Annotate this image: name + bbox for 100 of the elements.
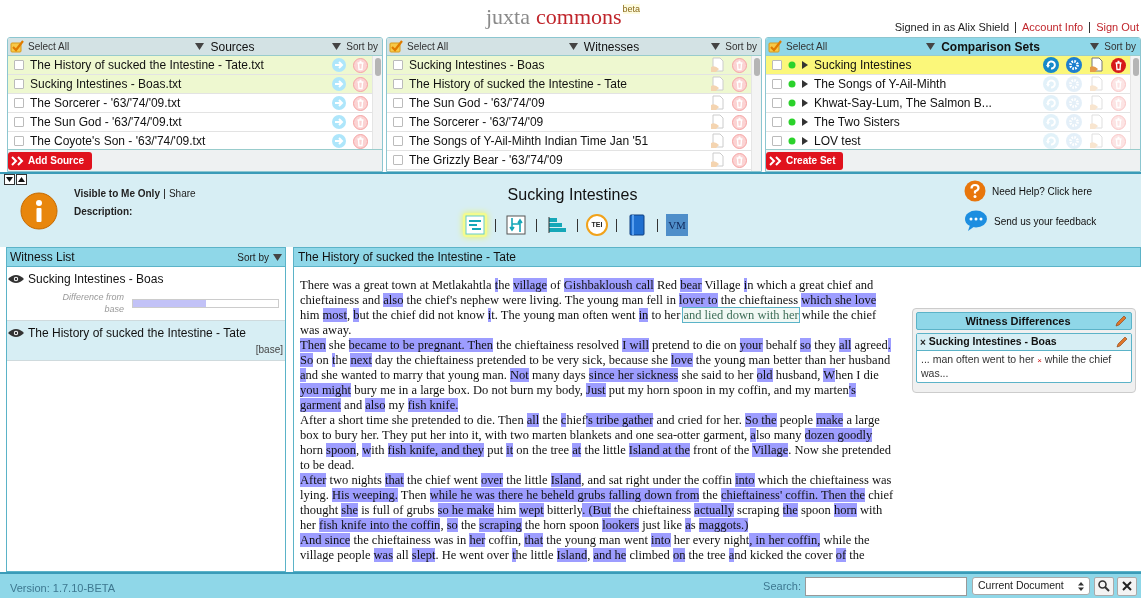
refresh-icon[interactable] <box>1043 57 1059 73</box>
help-icon[interactable] <box>964 180 986 202</box>
pencil-icon[interactable] <box>1115 315 1127 327</box>
list-row[interactable]: Khwat-Say-Lum, The Salmon B... <box>766 94 1130 113</box>
document-icon[interactable] <box>710 95 725 111</box>
select-all-icon[interactable] <box>389 40 403 53</box>
document-icon[interactable] <box>710 152 725 168</box>
checkbox[interactable] <box>393 117 403 127</box>
select-all-icon[interactable] <box>768 40 782 53</box>
witness-row[interactable]: The History of sucked the Intestine - Tate [base] <box>7 321 285 361</box>
account-link[interactable]: Account Info <box>1022 19 1084 36</box>
checkbox[interactable] <box>14 79 24 89</box>
search-button[interactable] <box>1094 576 1114 596</box>
checkbox[interactable] <box>772 98 782 108</box>
list-row[interactable]: The Sorcerer - '63/'74/'09.txt <box>8 94 372 113</box>
scrollbar-thumb[interactable] <box>374 58 381 76</box>
item-name: The Coyote's Son - '63/'74/'09.txt <box>30 133 207 149</box>
document-icon[interactable] <box>1089 76 1104 92</box>
scope-dropdown[interactable]: Current Document <box>972 577 1090 595</box>
list-row[interactable]: The Sun God - '63/'74/'09 <box>387 94 751 113</box>
checkbox[interactable] <box>393 136 403 146</box>
gear-icon[interactable] <box>1066 57 1082 73</box>
checkbox[interactable] <box>14 117 24 127</box>
speech-bubble-icon[interactable] <box>964 210 988 232</box>
sort-by-label[interactable]: Sort by <box>1104 39 1136 54</box>
document-icon[interactable] <box>1089 95 1104 111</box>
item-name: The Grizzly Bear - '63/'74/'09 <box>409 152 564 168</box>
list-row[interactable]: The Two Sisters <box>766 113 1130 132</box>
checkbox[interactable] <box>14 98 24 108</box>
list-row[interactable]: The History of sucked the Intestine - Tate.txt <box>8 56 372 75</box>
checkbox[interactable] <box>393 79 403 89</box>
document-icon[interactable] <box>710 114 725 130</box>
remove-mark[interactable]: × <box>920 334 926 350</box>
list-row[interactable]: Sucking Intestines <box>766 56 1130 75</box>
add-button[interactable]: Create Set <box>766 151 844 170</box>
help-link[interactable]: Need Help? Click here <box>992 183 1093 199</box>
select-all-label[interactable]: Select All <box>407 39 449 54</box>
sort-by-label[interactable]: Sort by <box>346 39 378 54</box>
eye-icon[interactable] <box>8 328 24 338</box>
close-button[interactable] <box>1117 576 1137 596</box>
select-all-icon[interactable] <box>10 40 24 53</box>
arrow-circle-icon[interactable] <box>332 58 346 72</box>
document-icon[interactable] <box>710 57 725 73</box>
info-icon[interactable] <box>20 192 58 230</box>
checkbox[interactable] <box>393 98 403 108</box>
status-dot-icon <box>788 80 796 88</box>
list-row[interactable]: The Grizzly Bear - '63/'74/'09 <box>387 151 751 170</box>
caret-icon <box>711 43 721 50</box>
arrow-circle-icon[interactable] <box>332 134 346 148</box>
trash-icon[interactable] <box>1111 57 1126 73</box>
pencil-icon[interactable] <box>1116 336 1128 348</box>
status-dot-icon <box>788 118 796 126</box>
feedback-link[interactable]: Send us your feedback <box>994 213 1097 229</box>
list-row[interactable]: The Songs of Y-Ail-Mihth <box>766 75 1130 94</box>
vm-button[interactable]: VM <box>666 214 688 236</box>
checkbox[interactable] <box>393 155 403 165</box>
arrow-circle-icon[interactable] <box>332 115 346 129</box>
list-row[interactable]: The Sun God - '63/'74/'09.txt <box>8 113 372 132</box>
list-row[interactable]: Sucking Intestines - Boas.txt <box>8 75 372 94</box>
select-all-label[interactable]: Select All <box>786 39 828 54</box>
view-button[interactable] <box>463 213 487 237</box>
search-field[interactable] <box>805 576 967 596</box>
scrollbar-thumb[interactable] <box>1132 58 1139 76</box>
witness-name: Sucking Intestines - Boas <box>928 334 1058 350</box>
checkbox[interactable] <box>772 79 782 89</box>
expand-triangle-icon[interactable] <box>802 80 808 88</box>
expand-toggle-icon[interactable] <box>16 174 27 185</box>
document-icon[interactable] <box>1089 114 1104 130</box>
arrow-circle-icon[interactable] <box>332 96 346 110</box>
document-icon[interactable] <box>1089 133 1104 149</box>
list-row[interactable]: The History of sucked the Intestine - Tate <box>387 75 751 94</box>
sort-by-label[interactable]: Sort by <box>725 39 757 54</box>
checkbox[interactable] <box>772 136 782 146</box>
checkbox[interactable] <box>14 136 24 146</box>
share-link[interactable]: Share <box>168 186 196 201</box>
collapse-toggle-icon[interactable] <box>4 174 15 185</box>
expand-triangle-icon[interactable] <box>802 118 808 126</box>
document-icon[interactable] <box>1089 57 1104 73</box>
list-row[interactable]: Sucking Intestines - Boas <box>387 56 751 75</box>
caret-icon <box>568 43 578 50</box>
checkbox[interactable] <box>14 60 24 70</box>
expand-triangle-icon[interactable] <box>802 61 808 69</box>
document-icon[interactable] <box>710 76 725 92</box>
document-icon[interactable] <box>710 133 725 149</box>
add-button[interactable]: Add Source <box>8 151 93 170</box>
scrollbar-thumb[interactable] <box>753 58 760 76</box>
expand-triangle-icon[interactable] <box>802 137 808 145</box>
item-name: The Sorcerer - '63/'74/'09.txt <box>30 95 182 111</box>
view-button[interactable] <box>504 213 528 237</box>
select-all-label[interactable]: Select All <box>28 39 70 54</box>
sort-by-label[interactable]: Sort by <box>237 249 269 265</box>
checkbox[interactable] <box>393 60 403 70</box>
checkbox[interactable] <box>772 60 782 70</box>
eye-icon[interactable] <box>8 274 24 284</box>
expand-triangle-icon[interactable] <box>802 99 808 107</box>
list-row[interactable]: The Songs of Y-Ail-Mihth Indian Time Jan '51 <box>387 132 751 151</box>
list-row[interactable]: The Sorcerer - '63/'74/'09 <box>387 113 751 132</box>
arrow-circle-icon[interactable] <box>332 77 346 91</box>
account-link[interactable]: Sign Out <box>1096 19 1139 36</box>
checkbox[interactable] <box>772 117 782 127</box>
